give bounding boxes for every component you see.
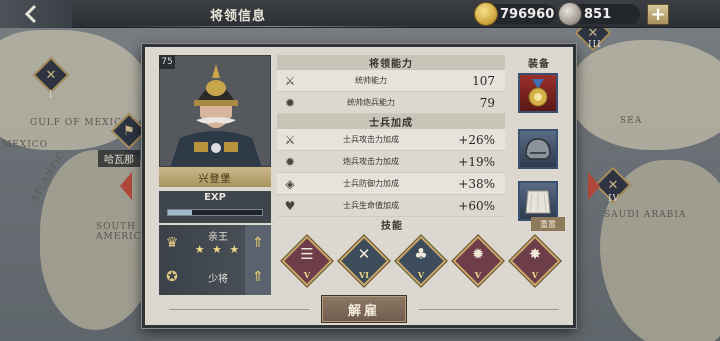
bonus-row: ⚔ 士兵攻击力加成 +26%	[277, 129, 505, 151]
map-city-label[interactable]: 哈瓦那	[98, 150, 140, 167]
map-place-text: SOUTH AMERICA	[96, 222, 150, 242]
skill-slot[interactable]: ✕ VI	[338, 235, 390, 287]
bonus-value: +60%	[458, 198, 495, 213]
gold-coin-icon	[474, 2, 498, 26]
military-rank-row: ✪ 少将 ⇑	[159, 259, 271, 295]
map-land	[570, 40, 720, 150]
infantry-skill-icon: ☰	[300, 245, 314, 263]
skill-slot[interactable]: ♣ V	[395, 235, 447, 287]
general-name: 兴登堡	[159, 167, 271, 187]
bonus-value: +19%	[458, 154, 495, 169]
cannon-icon: ✹	[284, 95, 296, 110]
general-portrait	[159, 55, 271, 167]
bonus-name: 炮兵攻击力加成	[343, 157, 399, 166]
ability-name: 统帅能力	[355, 76, 387, 85]
general-info-dialog: 75 兴登堡 EXP ♛ 亲王 ★ ★ ★ ⇑ ✪ 少将 ⇑ 将领能力 ⚔ 统帅…	[142, 44, 576, 328]
bonus-name: 士兵生命值加成	[343, 201, 399, 210]
ability-value: 107	[472, 73, 495, 88]
abilities-header: 将领能力	[277, 55, 505, 70]
title-rank-label: 亲王	[208, 232, 228, 243]
title-rank-row: ♛ 亲王 ★ ★ ★ ⇑	[159, 225, 271, 261]
ability-row: ⚔ 统帅能力 107	[277, 70, 505, 92]
bonus-value: +38%	[458, 176, 495, 191]
equipment-slot[interactable]	[518, 73, 558, 113]
dismiss-button[interactable]: 解雇	[321, 295, 407, 323]
map-place-text: SAUDI ARABIA	[604, 210, 687, 220]
forest-skill-icon: ♣	[414, 245, 428, 263]
upgrade-arrow-icon: ⇑	[252, 269, 264, 285]
medal-icon	[528, 79, 548, 107]
bonus-row: ♥ 士兵生命值加成 +60%	[277, 195, 505, 217]
artillery-attack-icon: ✹	[284, 154, 296, 169]
divider	[169, 309, 309, 310]
skills-header: 技能	[381, 221, 403, 232]
ability-value: 79	[479, 95, 495, 110]
map-marker-level: III	[588, 40, 602, 50]
skill-slot[interactable]: ✹ V	[452, 235, 504, 287]
skill-level: V	[474, 270, 482, 280]
heart-icon: ♥	[284, 198, 296, 213]
map-marker-level: IV	[608, 194, 621, 204]
map-place-text: MEXICO	[2, 140, 49, 150]
defense-icon: ◈	[285, 176, 295, 191]
crown-icon: ♛	[165, 235, 179, 251]
exp-bar	[167, 209, 263, 216]
equipment-header: 装备	[528, 59, 550, 70]
scroll-right-arrow-icon[interactable]	[588, 172, 600, 200]
back-arrow-icon	[24, 4, 37, 24]
top-bar: 将领信息 796960 851 +	[0, 0, 720, 28]
medal-amount: 851	[584, 6, 612, 22]
skill-level: V	[303, 270, 311, 280]
general-portrait-image	[160, 56, 270, 166]
gold-counter: 796960	[474, 2, 556, 26]
bonus-value: +26%	[458, 132, 495, 147]
back-button[interactable]	[0, 0, 72, 28]
skill-slot[interactable]: ✸ V	[509, 235, 561, 287]
equipment-slot[interactable]	[518, 181, 558, 221]
skill-level: V	[417, 270, 425, 280]
attack-icon: ⚔	[284, 132, 296, 147]
bonus-row: ◈ 士兵防御力加成 +38%	[277, 173, 505, 195]
bonus-name: 士兵防御力加成	[343, 179, 399, 188]
medal-counter: 851	[558, 2, 640, 26]
scroll-left-arrow-icon[interactable]	[120, 172, 132, 200]
gold-amount: 796960	[500, 6, 555, 22]
general-corner-badge: 75	[159, 55, 175, 69]
ability-name: 统帅炮兵能力	[347, 98, 395, 107]
upgrade-title-button[interactable]: ⇑	[245, 225, 271, 261]
upgrade-arrow-icon: ⇑	[252, 235, 264, 251]
map-place-text: SEA	[620, 116, 643, 126]
skill-slot[interactable]: ☰ V	[281, 235, 333, 287]
skill-level: VI	[359, 270, 369, 280]
rifle-skill-icon: ✕	[357, 245, 371, 263]
map-marker-level: I	[49, 90, 54, 100]
reset-skills-button[interactable]: 重置	[531, 217, 565, 231]
bonus-row: ✹ 炮兵攻击力加成 +19%	[277, 151, 505, 173]
title-underline	[120, 26, 420, 27]
cannon-skill-icon: ✹	[471, 245, 485, 263]
skill-level: V	[531, 270, 539, 280]
exp-bar-fill	[168, 210, 192, 215]
equipment-column: 装备	[509, 55, 569, 225]
cloak-icon	[525, 190, 551, 214]
rank-insignia-icon: ✪	[166, 269, 178, 285]
equipment-slot[interactable]	[518, 129, 558, 169]
medal-coin-icon	[558, 2, 582, 26]
helmet-icon	[525, 138, 551, 160]
upgrade-rank-button[interactable]: ⇑	[245, 259, 271, 295]
page-title: 将领信息	[209, 8, 266, 24]
bonus-name: 士兵攻击力加成	[343, 135, 399, 144]
exp-panel: EXP	[159, 191, 271, 223]
artillery-skill-icon: ✸	[528, 245, 542, 263]
title-rank-stars: ★ ★ ★	[194, 243, 242, 256]
military-rank-label: 少将	[208, 274, 228, 285]
add-currency-button[interactable]: +	[647, 4, 669, 25]
crossed-swords-icon: ⚔	[284, 73, 296, 88]
exp-label: EXP	[204, 192, 226, 203]
ability-row: ✹ 统帅炮兵能力 79	[277, 92, 505, 114]
bonuses-header: 士兵加成	[277, 114, 505, 129]
divider	[419, 309, 559, 310]
